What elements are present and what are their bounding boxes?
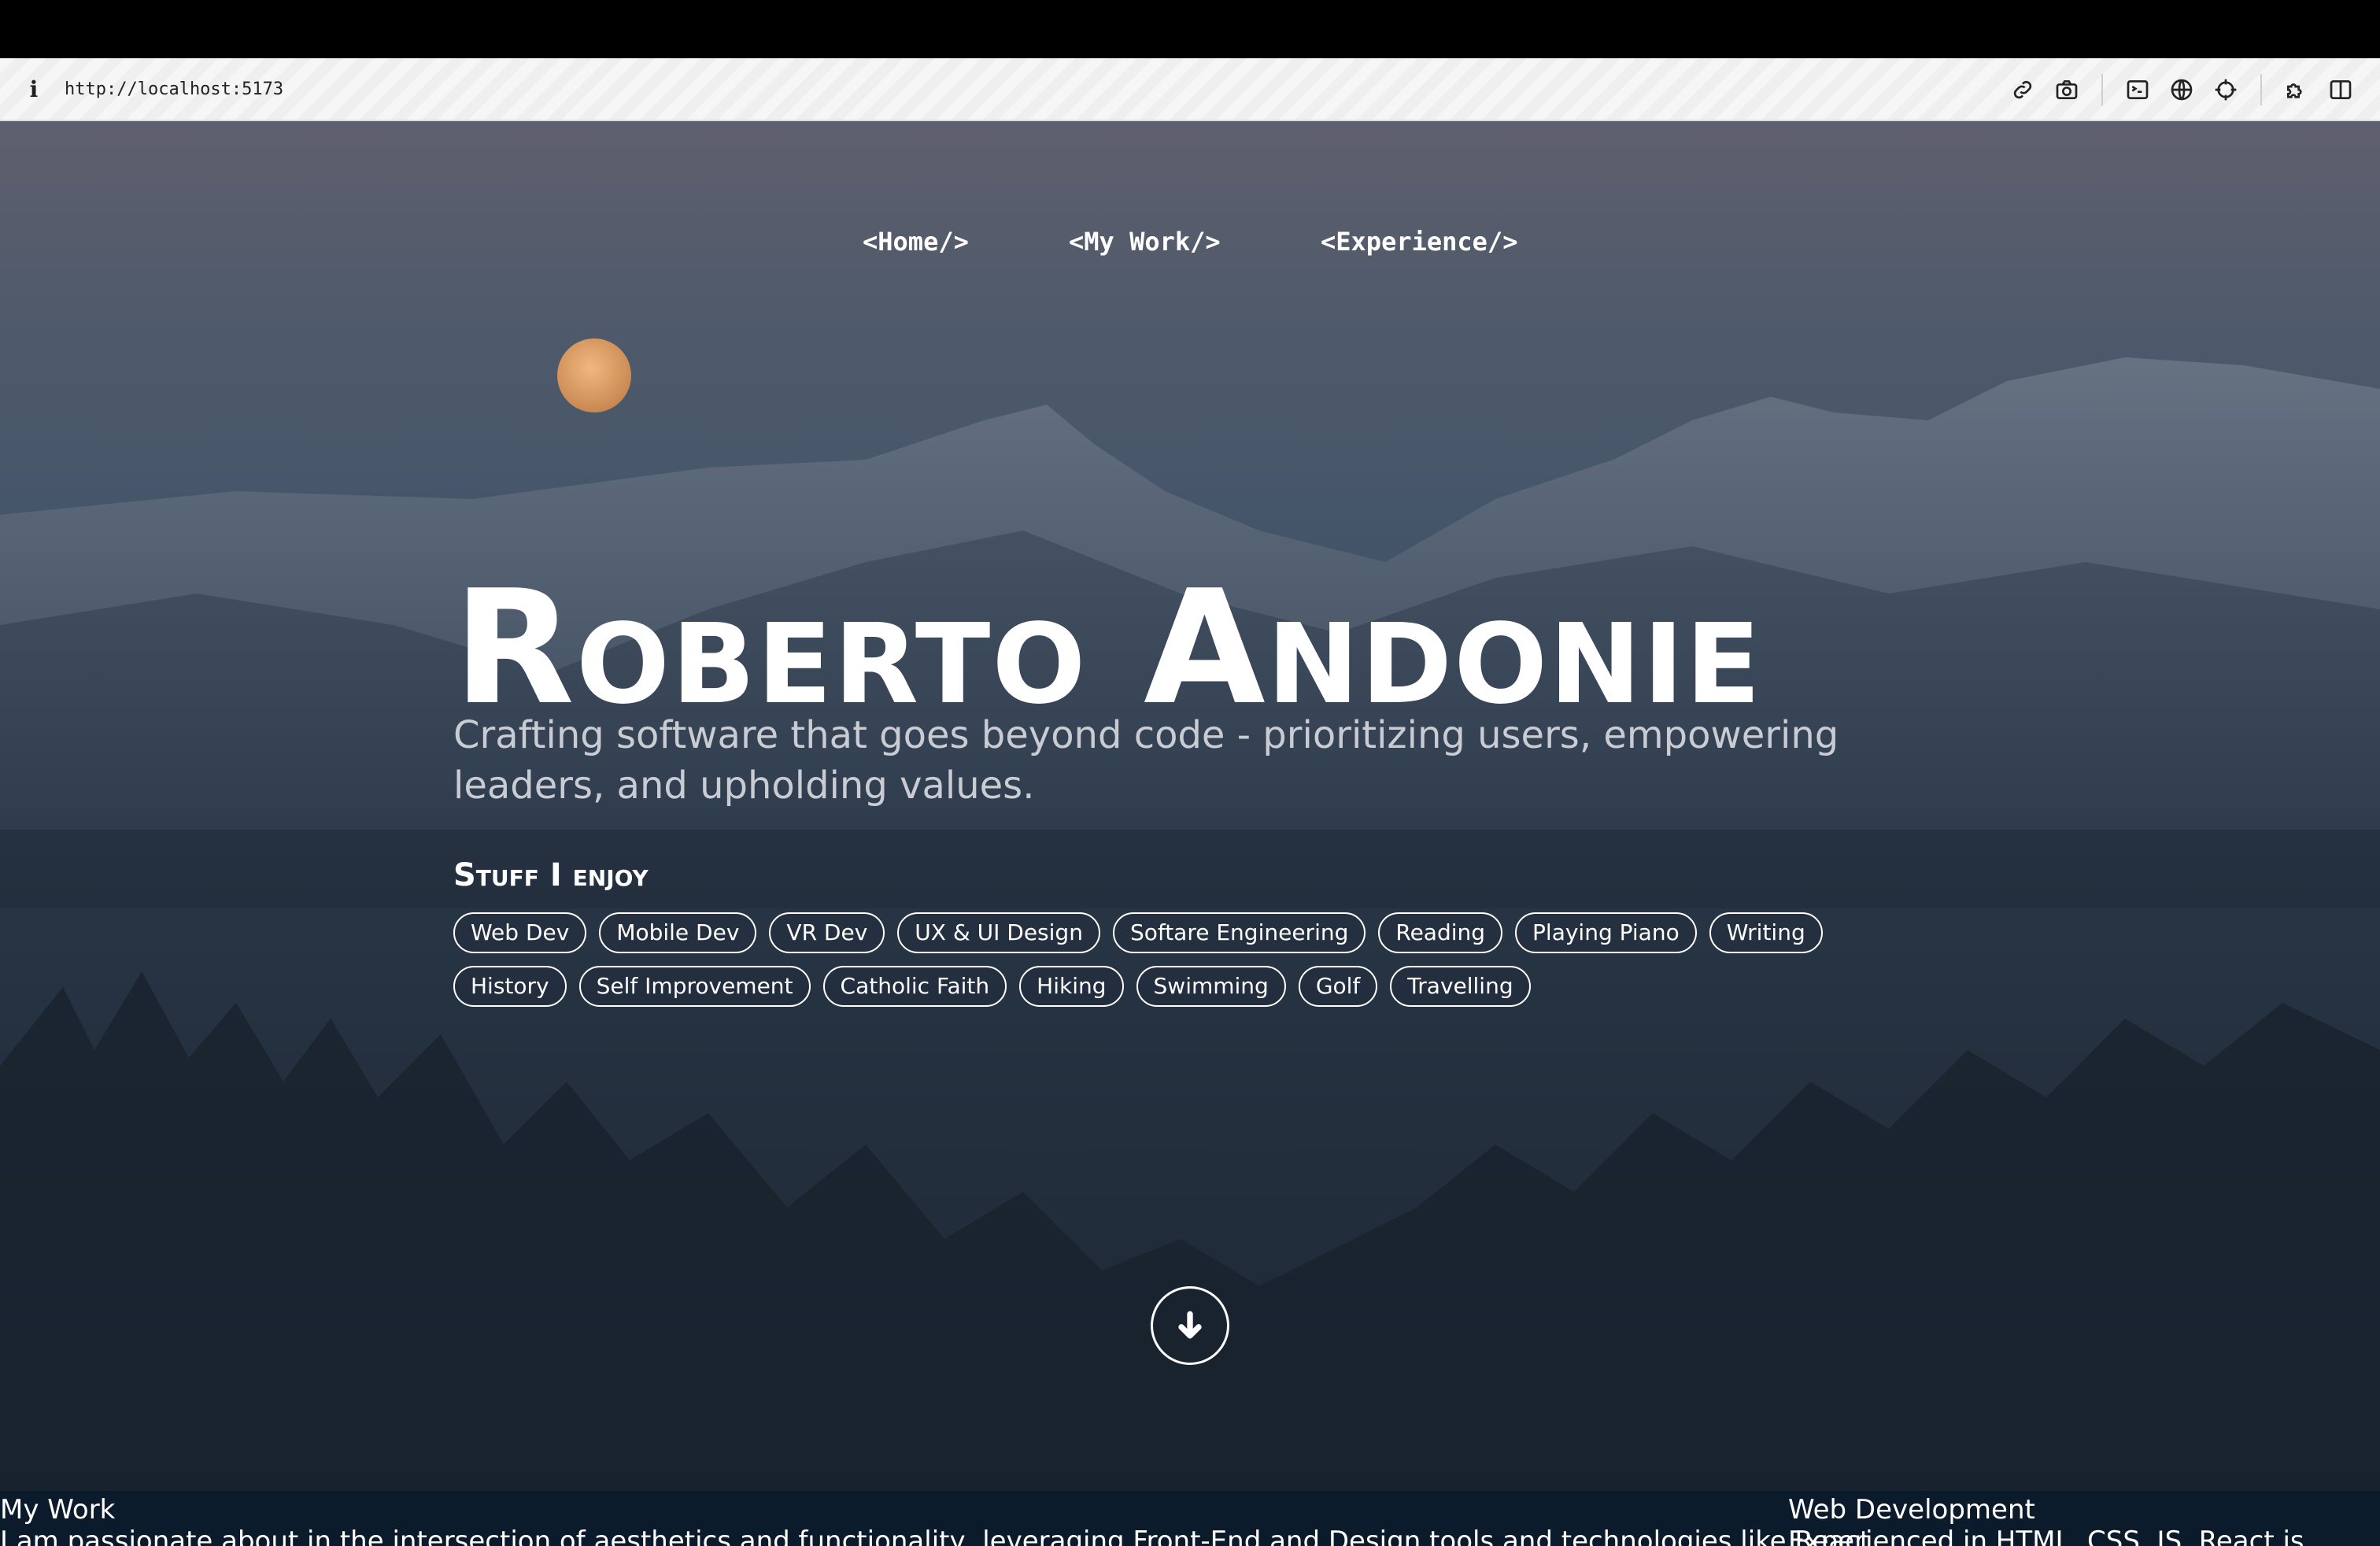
window-top-bar (0, 0, 2380, 58)
interest-tags: Web Dev Mobile Dev VR Dev UX & UI Design… (453, 912, 1870, 1007)
scroll-down-button[interactable] (1151, 1286, 1229, 1365)
toolbar-divider (2101, 74, 2103, 105)
nav-home-link[interactable]: <Home/> (863, 227, 969, 257)
info-icon[interactable]: i (27, 76, 41, 102)
hero-tagline: Crafting software that goes beyond code … (453, 713, 1839, 808)
moon (557, 338, 631, 412)
interest-tag[interactable]: History (453, 966, 567, 1007)
web-dev-text: Experienced in HTML, CSS, JS, React is (1788, 1526, 2304, 1546)
hero-name-heading: Roberto Andonie (453, 557, 1763, 740)
nav-experience-link[interactable]: <Experience/> (1321, 227, 1517, 257)
my-work-title: My Work (0, 1494, 116, 1526)
my-work-section: My Work I am passionate about in the int… (0, 1491, 2380, 1546)
hero-section: <Home/> <My Work/> <Experience/> Roberto… (0, 121, 2380, 1491)
extensions-icon[interactable] (2275, 68, 2319, 112)
toolbar-divider (2260, 74, 2262, 105)
interest-tag[interactable]: Playing Piano (1515, 912, 1697, 953)
interest-tag[interactable]: Mobile Dev (599, 912, 757, 953)
url-field[interactable]: http://localhost:5173 (65, 80, 283, 99)
interest-tag[interactable]: Hiking (1019, 966, 1124, 1007)
interest-tag[interactable]: UX & UI Design (897, 912, 1100, 953)
interest-tag[interactable]: Softare Engineering (1112, 912, 1366, 953)
sidebar-icon[interactable] (2319, 68, 2363, 112)
browser-address-bar: i http://localhost:5173 (0, 58, 2380, 121)
interest-tag[interactable]: Writing (1709, 912, 1823, 953)
interest-tag[interactable]: Travelling (1390, 966, 1531, 1007)
browser-toolbar (2001, 58, 2363, 121)
nav-my-work-link[interactable]: <My Work/> (1069, 227, 1221, 257)
interest-tag[interactable]: Web Dev (453, 912, 587, 953)
interest-tag[interactable]: VR Dev (769, 912, 885, 953)
my-work-text: I am passionate about in the intersectio… (0, 1526, 1871, 1546)
camera-icon[interactable] (2045, 68, 2089, 112)
crosshair-icon[interactable] (2204, 68, 2248, 112)
interest-tag[interactable]: Golf (1298, 966, 1378, 1007)
interest-tag[interactable]: Swimming (1136, 966, 1286, 1007)
interest-tag[interactable]: Self Improvement (578, 966, 811, 1007)
interests-heading: Stuff I enjoy (453, 857, 649, 893)
terminal-icon[interactable] (2116, 68, 2160, 112)
interest-tag[interactable]: Catholic Faith (822, 966, 1007, 1007)
globe-icon[interactable] (2160, 68, 2204, 112)
interest-tag[interactable]: Reading (1378, 912, 1503, 953)
link-icon[interactable] (2001, 68, 2045, 112)
arrow-down-icon (1178, 1311, 1202, 1339)
web-dev-title: Web Development (1788, 1494, 2035, 1526)
